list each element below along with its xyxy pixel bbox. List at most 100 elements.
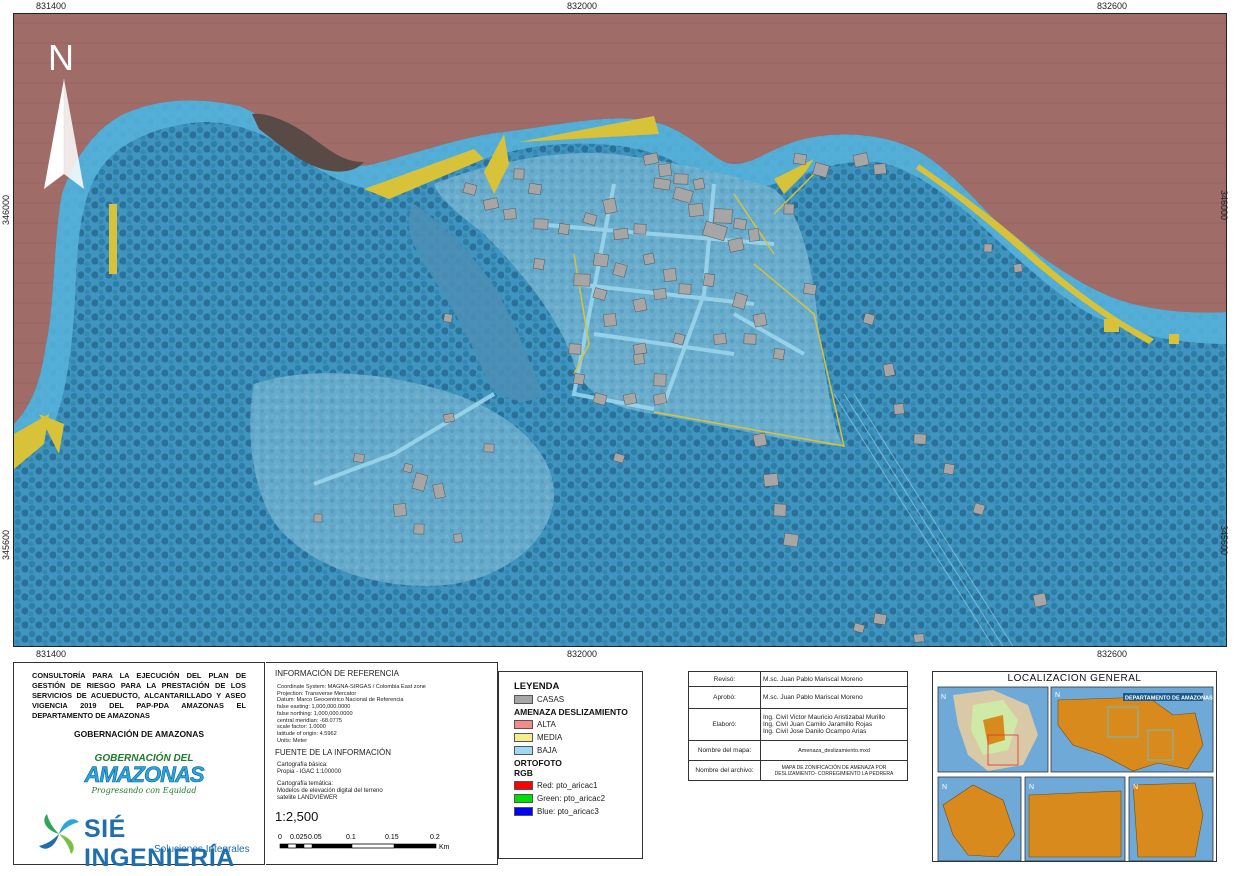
map-frame[interactable]: N [13,13,1227,647]
house-footprint [1013,263,1023,273]
credits-block: Revisó: M.sc. Juan Pablo Mariscal Moreno… [688,671,908,782]
house-footprint [763,473,779,487]
ref-line: false easting: 1,000,000.0000 [277,704,351,711]
legend-label: ALTA [537,720,556,729]
house-footprint [803,282,817,296]
made-key: Elaboró: [688,708,761,741]
logo-gob-line3: Progresando con Equidad [91,786,197,795]
house-footprint [733,217,747,231]
house-footprint [873,612,887,626]
alta-swatch [514,720,533,729]
house-footprint [772,347,786,361]
house-footprint [443,313,453,323]
legend-block: LEYENDA CASAS AMENAZA DESLIZAMIENTO ALTA… [498,671,643,859]
legend-label: CASAS [537,695,565,704]
source-heading: FUENTE DE LA INFORMACIÓN [275,748,392,758]
house-footprint [393,503,407,517]
ref-line: Units: Meter [277,737,308,744]
inset2-north: N [1055,692,1060,699]
house-footprint [313,513,323,523]
house-footprint [613,228,629,240]
house-footprint [678,283,692,295]
coord-top-1: 831400 [36,1,67,11]
house-footprint [783,203,795,215]
coord-bottom-2: 832000 [567,649,598,659]
coord-bottom-3: 832600 [1097,649,1128,659]
green-swatch [514,794,533,803]
house-footprint [752,312,768,328]
coord-left-2: 345600 [1,529,11,560]
inset4-north: N [1029,784,1034,791]
house-footprint [663,268,677,282]
legend-label: Red: pto_aricac1 [537,781,598,790]
house-footprint [528,182,542,196]
scale-bar: 0 0.025 0.05 0.1 0.15 0.2 Km [278,834,450,851]
government-name: GOBERNACIÓN DE AMAZONAS [73,729,205,739]
legend-label: MEDIA [537,733,563,742]
source-line: Cartografía básica: [277,762,328,769]
reference-heading: INFORMACIÓN DE REFERENCIA [275,669,400,678]
coord-top-2: 832000 [567,1,598,11]
sie-tagline: Soluciones Integrales [154,844,250,855]
ref-line: central meridian: -68.0775 [277,717,342,724]
house-footprint [702,273,716,287]
house-footprint [532,257,546,271]
house-footprint [692,177,706,191]
inset-label: DEPARTAMENTO DE AMAZONAS [1125,696,1213,702]
legend-label: Green: pto_aricac2 [537,794,606,803]
house-footprint [513,168,525,180]
ref-line: Datum: Marco Geocentrico Nacional de Ref… [277,697,404,704]
approved-value: M.sc. Juan Pablo Mariscal Moreno [760,686,908,709]
house-footprint [893,403,905,415]
location-insets: N DEPARTAMENTO DE AMAZONAS N N N N [937,686,1214,862]
house-footprint [748,228,760,242]
map-name-value: Amenaza_deslizamiento.mxd [760,740,908,761]
ortho-heading: ORTOFOTO [514,758,562,768]
thematic-line: satelite LANDVIEWER [277,795,338,802]
house-footprint [782,532,800,548]
scale-ratio: 1:2,500 [275,809,319,824]
inset1-north: N [941,694,946,701]
legend-media: MEDIA [514,732,642,743]
project-title: CONSULTORÍA PARA LA EJECUCIÓN DEL PLAN D… [32,671,246,720]
made-value: Ing. Civil Juan Camilo Jaramillo Rojas [763,721,873,728]
inset5-north: N [1133,784,1138,791]
title-block: CONSULTORÍA PARA LA EJECUCIÓN DEL PLAN D… [13,662,265,872]
house-footprint [353,452,365,464]
house-footprint [913,433,927,445]
house-footprint [727,237,745,253]
made-values: Ing. Civil Victor Mauricio Aristizabal M… [760,708,908,741]
reviewed-value: M.sc. Juan Pablo Mariscal Moreno [760,671,908,687]
house-footprint [653,288,667,300]
file-name-key: Nombre del archivo: [688,760,761,781]
house-footprint [572,372,586,386]
baja-swatch [514,746,533,755]
coord-top-3: 832600 [1097,1,1128,11]
reviewed-key: Revisó: [688,671,761,687]
thematic-line: Modelos de elevación digital del terreno [277,788,383,795]
house-footprint [413,523,425,535]
sie-pinwheel-icon [39,814,79,854]
location-block: LOCALIZACION GENERAL N DEPARTAMENTO DE A… [932,671,1217,862]
ref-line: false northing: 1,000,000.0000 [277,710,353,717]
house-footprint [653,177,671,191]
legend-label: BAJA [537,746,558,755]
hazard-map[interactable]: N [14,14,1227,647]
house-footprint [557,222,571,236]
legend-alta: ALTA [514,719,642,730]
file-name-value: MAPA DE ZONIFICACIÓN DE AMENAZA POR DESL… [760,760,908,781]
thematic-lines: Cartografía temática: Modelos de elevaci… [277,781,497,802]
house-footprint [983,243,993,253]
scale-unit: Km [439,844,450,851]
rgb-heading: RGB [514,768,533,778]
ref-line: latitude of origin: 4.5962 [277,730,337,737]
legend-blue: Blue: pto_aricac3 [514,806,642,817]
house-footprint [622,392,638,406]
media-swatch [514,733,533,742]
houses-swatch [514,695,533,704]
legend-baja: BAJA [514,745,642,756]
legend-houses: CASAS [514,694,642,705]
map-name-key: Nombre del mapa: [688,740,761,761]
inset3-north: N [942,784,947,791]
house-footprint [743,333,757,345]
